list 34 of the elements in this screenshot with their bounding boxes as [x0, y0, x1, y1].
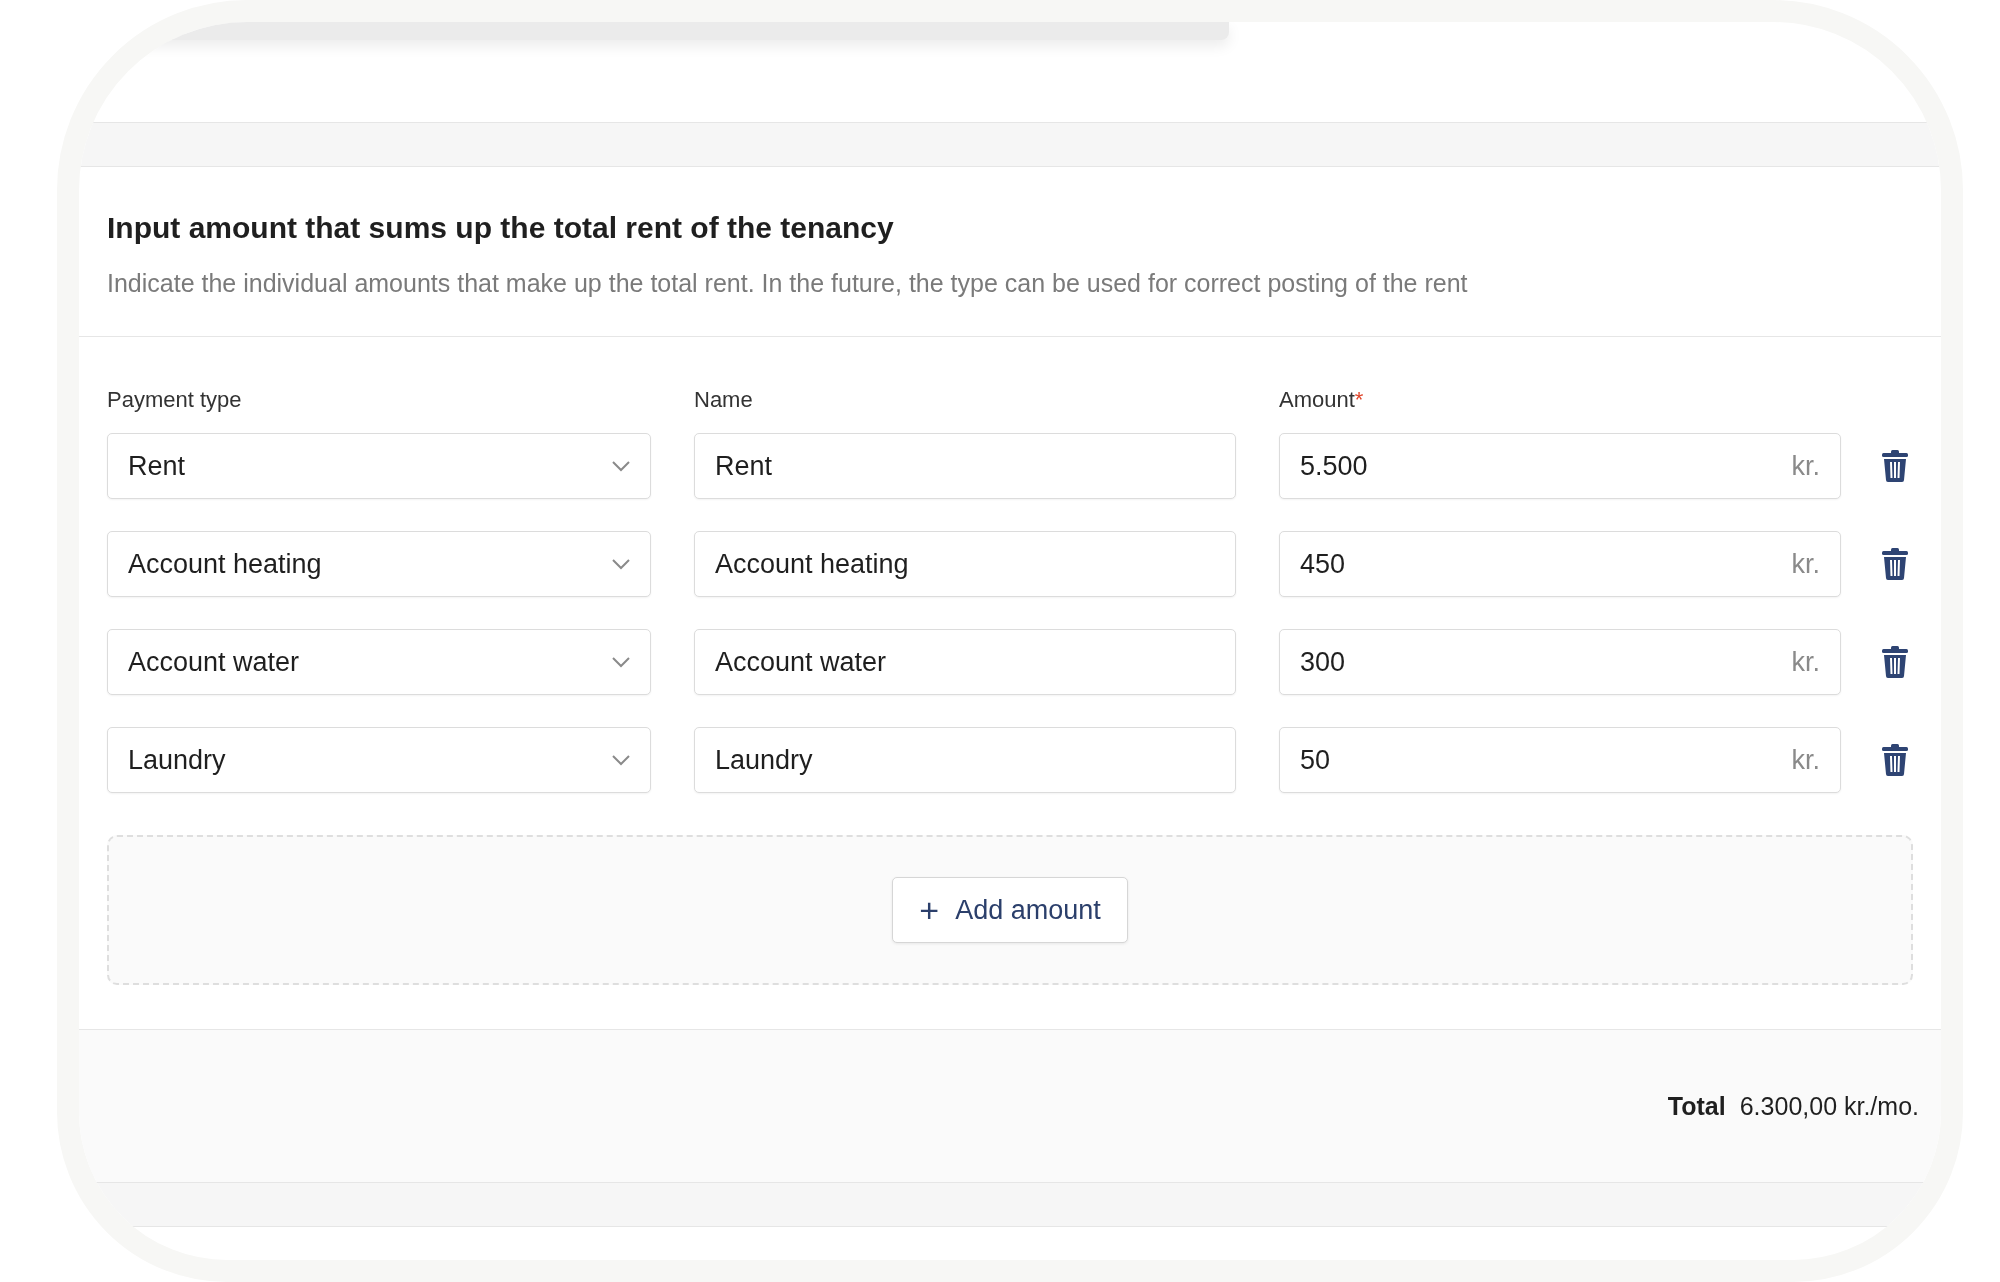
currency-suffix: kr. — [1791, 744, 1820, 776]
column-label: Name — [694, 387, 753, 413]
payment-type-dropdown[interactable]: Account water — [107, 629, 651, 695]
currency-suffix: kr. — [1791, 450, 1820, 482]
chevron-down-icon — [612, 656, 630, 668]
trash-icon[interactable] — [1882, 646, 1908, 678]
trash-icon[interactable] — [1882, 450, 1908, 482]
plus-icon: + — [919, 893, 940, 927]
chevron-down-icon — [612, 754, 630, 766]
add-amount-button[interactable]: + Add amount — [892, 877, 1128, 943]
total-label: Total — [1667, 1091, 1726, 1121]
payment-type-dropdown[interactable]: Laundry — [107, 727, 651, 793]
payment-type-dropdown[interactable]: Account heating — [107, 531, 651, 597]
amount-field[interactable]: 5.500 kr. — [1279, 433, 1841, 499]
column-label: Amount — [1279, 387, 1355, 413]
name-field[interactable]: Rent — [694, 433, 1236, 499]
column-label: Payment type — [107, 387, 242, 413]
total-value: 6.300,00 kr./mo. — [1739, 1091, 1919, 1121]
trash-icon[interactable] — [1882, 548, 1908, 580]
currency-suffix: kr. — [1791, 548, 1820, 580]
trash-icon[interactable] — [1882, 744, 1908, 776]
amount-field[interactable]: 450 kr. — [1279, 531, 1841, 597]
name-field[interactable]: Account water — [694, 629, 1236, 695]
section-description: Indicate the individual amounts that make up the total rent. In the future, the type can be used for correct posting of the rent — [107, 269, 1469, 298]
payment-type-dropdown[interactable]: Rent — [107, 433, 651, 499]
chevron-down-icon — [612, 558, 630, 570]
section-title: Input amount that sums up the total rent of the tenancy — [107, 211, 895, 245]
amount-field[interactable]: 50 kr. — [1279, 727, 1841, 793]
name-field[interactable]: Account heating — [694, 531, 1236, 597]
amount-field[interactable]: 300 kr. — [1279, 629, 1841, 695]
name-field[interactable]: Laundry — [694, 727, 1236, 793]
required-mark: * — [1354, 387, 1364, 413]
chevron-down-icon — [612, 460, 630, 472]
currency-suffix: kr. — [1791, 646, 1820, 678]
